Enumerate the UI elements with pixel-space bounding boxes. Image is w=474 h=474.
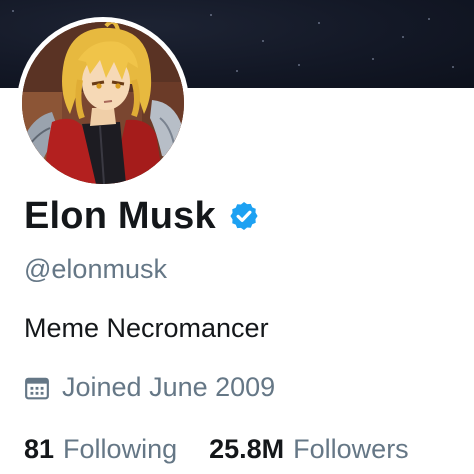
avatar-frame[interactable] xyxy=(17,17,189,189)
follow-stats: 81 Following 25.8M Followers xyxy=(24,434,409,465)
banner-speck xyxy=(318,22,320,24)
banner-speck xyxy=(210,14,212,16)
avatar-illustration xyxy=(22,22,184,184)
following-label: Following xyxy=(63,434,178,464)
following-link[interactable]: 81 Following xyxy=(24,434,177,465)
followers-link[interactable]: 25.8M Followers xyxy=(209,434,409,465)
verified-badge-icon xyxy=(230,202,258,230)
following-count: 81 xyxy=(24,434,55,464)
user-handle: @elonmusk xyxy=(24,254,167,284)
followers-label: Followers xyxy=(293,434,409,464)
banner-speck xyxy=(298,64,300,66)
profile-bio: Meme Necromancer xyxy=(24,313,269,343)
banner-speck xyxy=(262,40,264,42)
name-row: Elon Musk xyxy=(24,192,260,240)
banner-speck xyxy=(372,58,374,60)
banner-speck xyxy=(428,18,430,20)
joined-date-row: Joined June 2009 xyxy=(24,372,275,403)
followers-count: 25.8M xyxy=(209,434,285,464)
calendar-icon xyxy=(25,377,49,399)
banner-speck xyxy=(236,70,238,72)
banner-speck xyxy=(452,66,454,68)
banner-speck xyxy=(402,36,404,38)
joined-date: Joined June 2009 xyxy=(62,372,276,402)
avatar[interactable] xyxy=(22,22,184,184)
banner-speck xyxy=(12,10,14,12)
display-name: Elon Musk xyxy=(24,194,216,237)
